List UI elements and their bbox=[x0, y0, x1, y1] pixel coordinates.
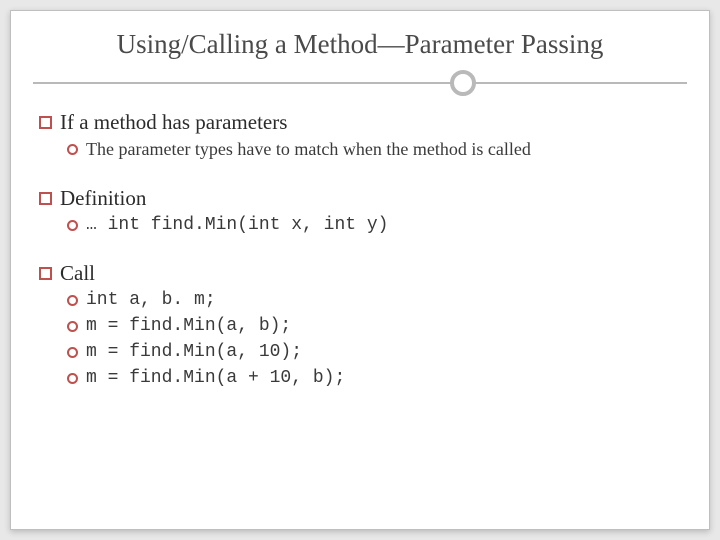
square-bullet-icon bbox=[39, 267, 52, 280]
list-item-text: m = find.Min(a, 10); bbox=[86, 342, 302, 362]
ring-bullet-icon bbox=[67, 321, 78, 332]
list-item: … int find.Min(int x, int y) bbox=[39, 215, 681, 235]
ring-bullet-icon bbox=[67, 373, 78, 384]
list-item-text: The parameter types have to match when t… bbox=[86, 139, 531, 160]
list-item: m = find.Min(a, b); bbox=[39, 316, 681, 336]
section-heading-text: If a method has parameters bbox=[60, 110, 287, 135]
title-divider bbox=[33, 70, 687, 96]
slide: Using/Calling a Method—Parameter Passing… bbox=[10, 10, 710, 530]
ring-bullet-icon bbox=[67, 295, 78, 306]
list-item-text: int a, b. m; bbox=[86, 290, 216, 310]
list-item: m = find.Min(a + 10, b); bbox=[39, 368, 681, 388]
divider-ring-icon bbox=[450, 70, 476, 96]
list-item: m = find.Min(a, 10); bbox=[39, 342, 681, 362]
square-bullet-icon bbox=[39, 116, 52, 129]
section-heading: Call bbox=[39, 261, 681, 286]
section-heading-text: Call bbox=[60, 261, 95, 286]
list-item-text: m = find.Min(a + 10, b); bbox=[86, 368, 345, 388]
list-item-text: m = find.Min(a, b); bbox=[86, 316, 291, 336]
slide-content: If a method has parameters The parameter… bbox=[33, 110, 687, 388]
section-heading: Definition bbox=[39, 186, 681, 211]
list-item: int a, b. m; bbox=[39, 290, 681, 310]
ring-bullet-icon bbox=[67, 220, 78, 231]
square-bullet-icon bbox=[39, 192, 52, 205]
list-item: The parameter types have to match when t… bbox=[39, 139, 681, 160]
section-heading-text: Definition bbox=[60, 186, 146, 211]
ring-bullet-icon bbox=[67, 144, 78, 155]
section-heading: If a method has parameters bbox=[39, 110, 681, 135]
list-item-text: … int find.Min(int x, int y) bbox=[86, 215, 388, 235]
divider-line bbox=[33, 82, 687, 84]
slide-title: Using/Calling a Method—Parameter Passing bbox=[33, 29, 687, 70]
ring-bullet-icon bbox=[67, 347, 78, 358]
